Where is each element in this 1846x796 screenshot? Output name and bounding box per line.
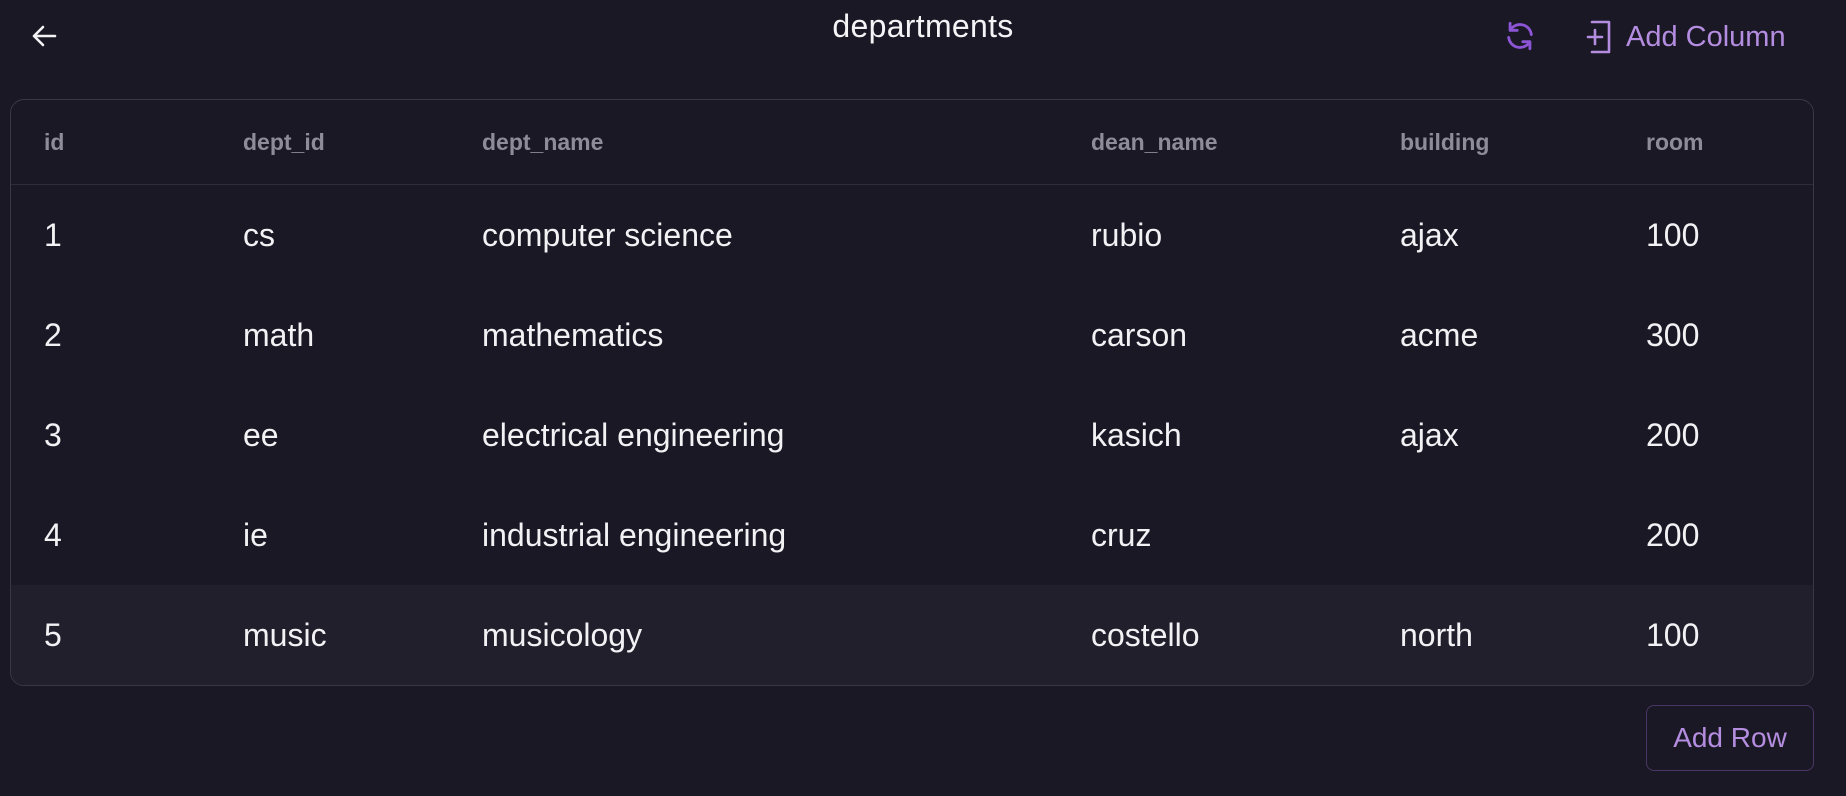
table-cell[interactable]: 200 (1646, 485, 1813, 585)
table-cell[interactable]: rubio (1091, 185, 1400, 286)
table-row[interactable]: 4 ie industrial engineering cruz 200 (11, 485, 1813, 585)
table-cell[interactable]: cs (243, 185, 482, 286)
table-cell[interactable]: north (1400, 585, 1646, 685)
add-column-icon (1584, 19, 1614, 55)
table-cell[interactable]: mathematics (482, 285, 1091, 385)
table-cell[interactable]: electrical engineering (482, 385, 1091, 485)
data-table: id dept_id dept_name dean_name building … (10, 99, 1814, 686)
table-cell[interactable] (1400, 485, 1646, 585)
table-row[interactable]: 1 cs computer science rubio ajax 100 (11, 185, 1813, 286)
table-cell[interactable]: kasich (1091, 385, 1400, 485)
add-row-button[interactable]: Add Row (1646, 705, 1814, 771)
table-row[interactable]: 2 math mathematics carson acme 300 (11, 285, 1813, 385)
table-cell[interactable]: industrial engineering (482, 485, 1091, 585)
refresh-button[interactable] (1500, 18, 1540, 58)
refresh-icon (1503, 19, 1537, 58)
table-cell[interactable]: costello (1091, 585, 1400, 685)
table-cell[interactable]: cruz (1091, 485, 1400, 585)
table-cell[interactable]: ie (243, 485, 482, 585)
table-cell[interactable]: 200 (1646, 385, 1813, 485)
table-cell[interactable]: ee (243, 385, 482, 485)
table-cell[interactable]: math (243, 285, 482, 385)
table-header-row: id dept_id dept_name dean_name building … (11, 100, 1813, 185)
table-cell[interactable]: ajax (1400, 185, 1646, 286)
table-cell[interactable]: 1 (11, 185, 243, 286)
table-cell[interactable]: 5 (11, 585, 243, 685)
table-cell[interactable]: 300 (1646, 285, 1813, 385)
table-view-page: departments Add Column id dept_id dept_n… (0, 0, 1846, 796)
table-cell[interactable]: 3 (11, 385, 243, 485)
add-column-button[interactable]: Add Column (1584, 16, 1786, 58)
table-cell[interactable]: computer science (482, 185, 1091, 286)
column-header-dept-id[interactable]: dept_id (243, 100, 482, 185)
table-cell[interactable]: 100 (1646, 585, 1813, 685)
table-cell[interactable]: ajax (1400, 385, 1646, 485)
table-cell[interactable]: 2 (11, 285, 243, 385)
table-row[interactable]: 3 ee electrical engineering kasich ajax … (11, 385, 1813, 485)
column-header-dept-name[interactable]: dept_name (482, 100, 1091, 185)
table-cell[interactable]: 4 (11, 485, 243, 585)
table-cell[interactable]: 100 (1646, 185, 1813, 286)
column-header-id[interactable]: id (11, 100, 243, 185)
table-row-highlighted[interactable]: 5 music musicology costello north 100 (11, 585, 1813, 685)
column-header-dean-name[interactable]: dean_name (1091, 100, 1400, 185)
add-column-label: Add Column (1626, 20, 1786, 53)
table-cell[interactable]: carson (1091, 285, 1400, 385)
column-header-building[interactable]: building (1400, 100, 1646, 185)
table-cell[interactable]: music (243, 585, 482, 685)
table-cell[interactable]: acme (1400, 285, 1646, 385)
table-cell[interactable]: musicology (482, 585, 1091, 685)
column-header-room[interactable]: room (1646, 100, 1813, 185)
page-title: departments (832, 8, 1014, 44)
